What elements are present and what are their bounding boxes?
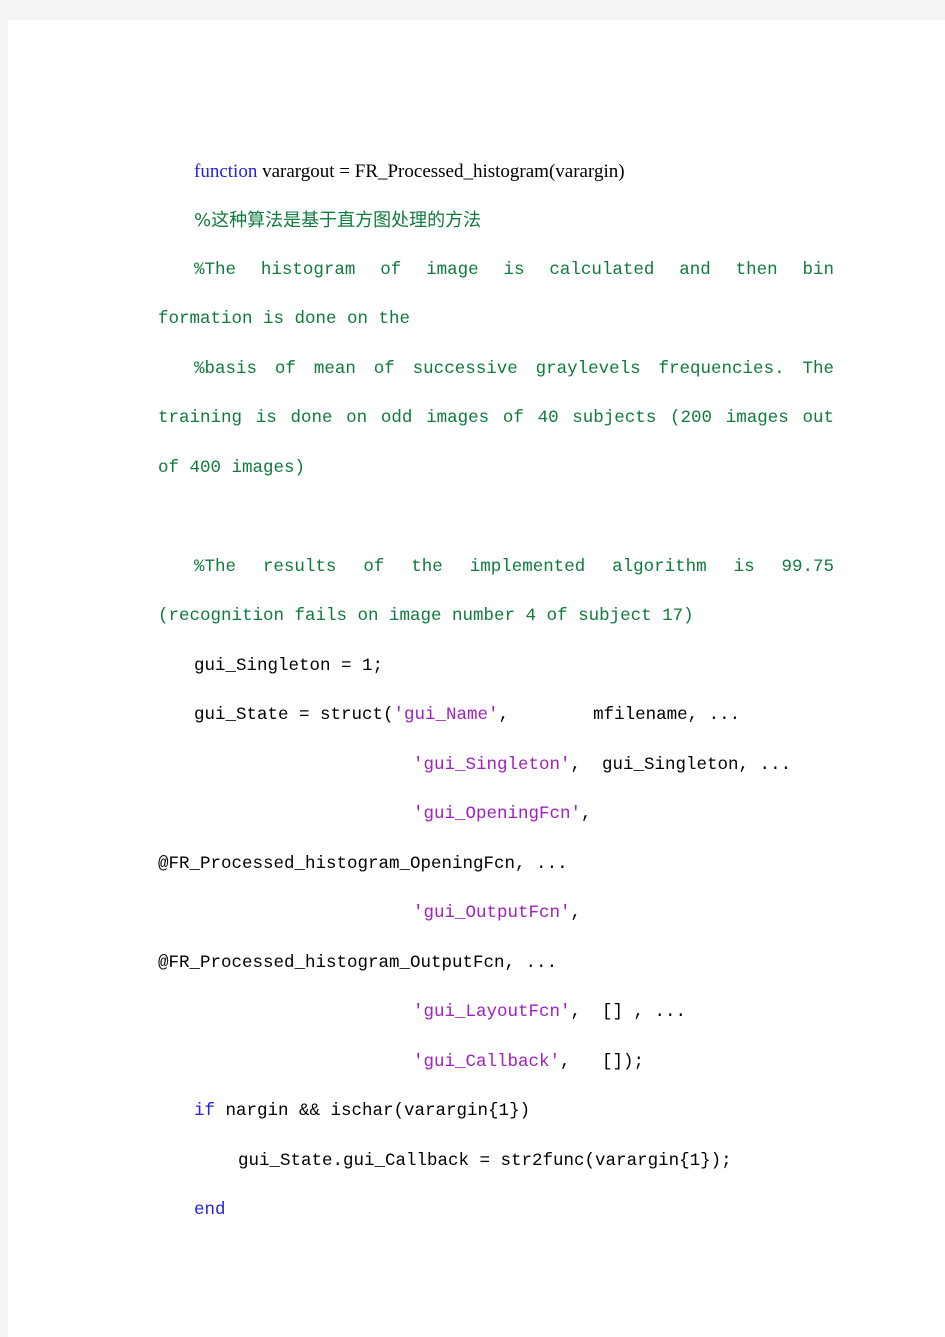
struct-call-prefix: gui_State = struct( [194,705,394,725]
string-gui-name: 'gui_Name' [393,705,499,725]
code-line-comment-of400: of 400 images) [158,458,306,478]
keyword-if: if [194,1101,216,1121]
field-comma-outputfcn: , [570,903,582,923]
code-line-function-declaration: function varargout = FR_Processed_histog… [8,147,945,197]
if-condition: nargin && ischar(varargin{1}) [215,1101,531,1121]
code-line-field-gui-layoutfcn: 'gui_LayoutFcn', [] , ... [8,987,945,1037]
code-line-field-gui-outputfcn: 'gui_OutputFcn', [8,888,945,938]
string-gui-openingfcn: 'gui_OpeningFcn' [413,804,582,824]
field-value-gui-singleton: , gui_Singleton, ... [570,755,792,775]
string-gui-layoutfcn: 'gui_LayoutFcn' [413,1002,571,1022]
code-line-handle-outputfcn: @FR_Processed_histogram_OutputFcn, ... [158,953,558,973]
keyword-function: function [194,161,258,182]
code-line-if-statement: if nargin && ischar(varargin{1}) [8,1086,945,1136]
code-line-comment-training: training is done on odd images of 40 sub… [158,408,834,428]
code-line-field-gui-singleton: 'gui_Singleton', gui_Singleton, ... [8,740,945,790]
code-line-comment-histogram: %The histogram of image is calculated an… [194,260,834,280]
struct-arg-mfilename: , mfilename, ... [498,705,741,725]
field-value-callback: , []); [560,1052,645,1072]
code-line-handle-openingfcn: @FR_Processed_histogram_OpeningFcn, ... [158,854,568,874]
code-line-str2func-assignment: gui_State.gui_Callback = str2func(vararg… [238,1151,732,1171]
code-line-field-gui-callback: 'gui_Callback', []); [8,1037,945,1087]
string-gui-outputfcn: 'gui_OutputFcn' [413,903,571,923]
string-gui-singleton: 'gui_Singleton' [413,755,571,775]
code-line-comment-recognition: (recognition fails on image number 4 of … [158,606,694,626]
code-line-gui-singleton: gui_Singleton = 1; [194,656,384,676]
document-page: function varargout = FR_Processed_histog… [8,20,945,1337]
code-line-gui-state-struct: gui_State = struct('gui_Name', mfilename… [8,690,945,740]
code-line-comment-formation: formation is done on the [158,309,411,329]
function-signature: varargout = FR_Processed_histogram(varar… [257,161,625,182]
code-line-end: end [8,1185,945,1235]
code-line-comment-results: %The results of the implemented algorith… [194,557,834,577]
field-comma-openingfcn: , [581,804,592,824]
field-value-layoutfcn: , [] , ... [570,1002,687,1022]
code-line-field-gui-openingfcn: 'gui_OpeningFcn', [8,789,945,839]
code-line-comment-chinese: %这种算法是基于直方图处理的方法 [8,196,945,246]
keyword-end: end [194,1200,226,1220]
code-line-comment-basis: %basis of mean of successive graylevels … [194,359,834,379]
comment-chinese-text: %这种算法是基于直方图处理的方法 [194,210,482,231]
string-gui-callback: 'gui_Callback' [413,1052,561,1072]
